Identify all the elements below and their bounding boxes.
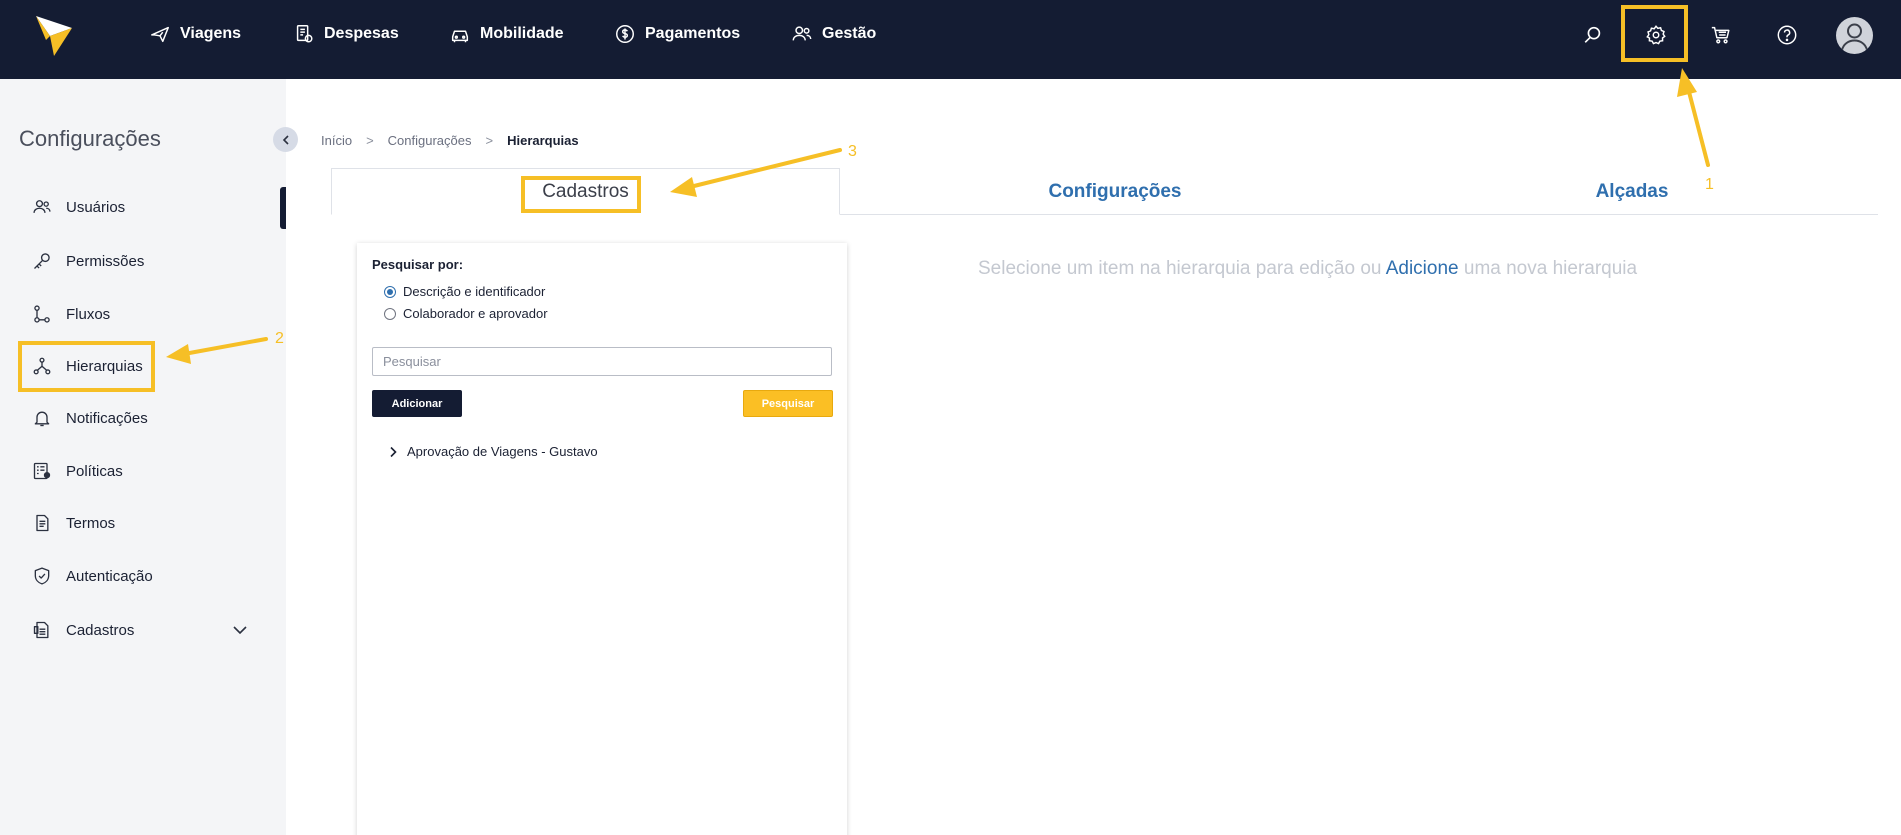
radio-button[interactable] — [384, 307, 396, 320]
tree-item[interactable]: Aprovação de Viagens - Gustavo — [387, 444, 598, 459]
sidebar-item-label: Usuários — [66, 198, 126, 216]
empty-state-message: Selecione um item na hierarquia para edi… — [978, 258, 1637, 280]
sidebar-item-autenticacao[interactable]: Autenticação — [32, 563, 153, 589]
breadcrumb-hierarquias: Hierarquias — [507, 133, 579, 148]
help-circle-icon — [1776, 24, 1798, 46]
nav-despesas[interactable]: Despesas — [293, 20, 399, 48]
sidebar-item-label: Cadastros — [66, 621, 135, 639]
cart-button[interactable] — [1706, 20, 1736, 50]
add-button[interactable]: Adicionar — [372, 390, 462, 417]
breadcrumb: Início > Configurações > Hierarquias — [321, 133, 579, 148]
nav-viagens-label: Viagens — [180, 25, 242, 42]
sidebar-item-politicas[interactable]: Políticas — [32, 458, 123, 484]
tab-configuracoes[interactable]: Configurações — [1000, 168, 1230, 215]
user-avatar-icon — [1841, 23, 1868, 51]
chevron-right-icon[interactable] — [387, 446, 399, 458]
key-icon — [32, 251, 52, 271]
top-navbar: Viagens Despesas Mobilidade Pagamentos G… — [0, 0, 1901, 79]
search-button[interactable] — [1578, 20, 1608, 50]
app-logo[interactable] — [34, 14, 74, 58]
breadcrumb-inicio[interactable]: Início — [321, 133, 352, 148]
tab-alcadas-label: Alçadas — [1595, 180, 1669, 202]
help-button[interactable] — [1772, 20, 1802, 50]
empty-state-text-end: uma nova hierarquia — [1458, 258, 1638, 279]
users-icon — [791, 23, 813, 45]
sidebar-item-notificacoes[interactable]: Notificações — [32, 405, 148, 431]
nav-gestao[interactable]: Gestão — [791, 20, 876, 48]
search-icon — [1582, 24, 1604, 46]
highlight-box-hierarquias — [18, 341, 155, 392]
annotation-number-1: 1 — [1705, 176, 1714, 193]
nav-mobilidade-label: Mobilidade — [480, 25, 564, 42]
nav-gestao-label: Gestão — [822, 25, 877, 42]
sidebar-title: Configurações — [19, 126, 161, 151]
sidebar-item-label: Notificações — [66, 409, 148, 427]
sidebar: Configurações — [0, 79, 286, 835]
cart-icon — [1710, 24, 1732, 46]
dollar-coin-icon — [614, 23, 636, 45]
empty-state-text: Selecione um item na hierarquia para edi… — [978, 258, 1386, 279]
hierarchy-search-panel: Pesquisar por: Descrição e identificador… — [357, 243, 847, 835]
breadcrumb-configuracoes[interactable]: Configurações — [388, 133, 472, 148]
sidebar-item-usuarios[interactable]: Usuários — [32, 194, 125, 220]
search-submit-button[interactable]: Pesquisar — [743, 390, 833, 417]
nav-mobilidade[interactable]: Mobilidade — [449, 20, 564, 48]
search-by-label: Pesquisar por: — [372, 257, 464, 272]
search-input[interactable] — [372, 347, 832, 376]
bell-icon — [32, 408, 52, 428]
sidebar-item-label: Políticas — [66, 462, 123, 480]
tab-configuracoes-label: Configurações — [1048, 180, 1182, 202]
highlight-box-settings — [1621, 5, 1688, 62]
nav-despesas-label: Despesas — [324, 25, 399, 42]
annotation-number-2: 2 — [275, 330, 284, 347]
sidebar-item-label: Permissões — [66, 252, 145, 270]
add-hierarchy-link[interactable]: Adicione — [1386, 258, 1459, 279]
sidebar-item-fluxos[interactable]: Fluxos — [32, 301, 110, 327]
flow-icon — [32, 304, 52, 324]
sidebar-item-cadastros[interactable]: Cadastros — [32, 617, 252, 643]
breadcrumb-separator: > — [366, 133, 374, 148]
radio-descricao[interactable]: Descrição e identificador — [384, 284, 545, 299]
radio-label: Descrição e identificador — [403, 284, 546, 299]
tab-alcadas[interactable]: Alçadas — [1552, 168, 1712, 215]
sidebar-collapse-button[interactable] — [273, 127, 298, 152]
document-icon — [32, 513, 52, 533]
radio-label: Colaborador e aprovador — [403, 306, 548, 321]
shield-icon — [32, 566, 52, 586]
receipt-icon — [293, 23, 315, 45]
chevron-down-icon[interactable] — [232, 622, 248, 638]
sidebar-item-termos[interactable]: Termos — [32, 510, 115, 536]
nav-viagens[interactable]: Viagens — [149, 20, 241, 48]
users-icon — [32, 197, 52, 217]
user-avatar[interactable] — [1836, 17, 1873, 54]
sidebar-item-permissoes[interactable]: Permissões — [32, 248, 144, 274]
breadcrumb-separator: > — [485, 133, 494, 148]
nav-pagamentos[interactable]: Pagamentos — [614, 20, 740, 48]
sidebar-item-label: Termos — [66, 514, 116, 532]
car-icon — [449, 23, 471, 45]
tree-item-label: Aprovação de Viagens - Gustavo — [407, 444, 598, 459]
nav-pagamentos-label: Pagamentos — [645, 25, 741, 42]
file-list-icon — [32, 620, 52, 640]
sidebar-item-label: Autenticação — [66, 567, 153, 585]
radio-button[interactable] — [384, 285, 396, 298]
sidebar-item-label: Fluxos — [66, 305, 111, 323]
chevron-left-icon — [280, 134, 292, 146]
radio-colaborador[interactable]: Colaborador e aprovador — [384, 306, 548, 321]
highlight-box-cadastros — [521, 176, 641, 213]
airplane-icon — [149, 23, 171, 45]
annotation-number-3: 3 — [848, 143, 857, 160]
policy-icon — [32, 461, 52, 481]
